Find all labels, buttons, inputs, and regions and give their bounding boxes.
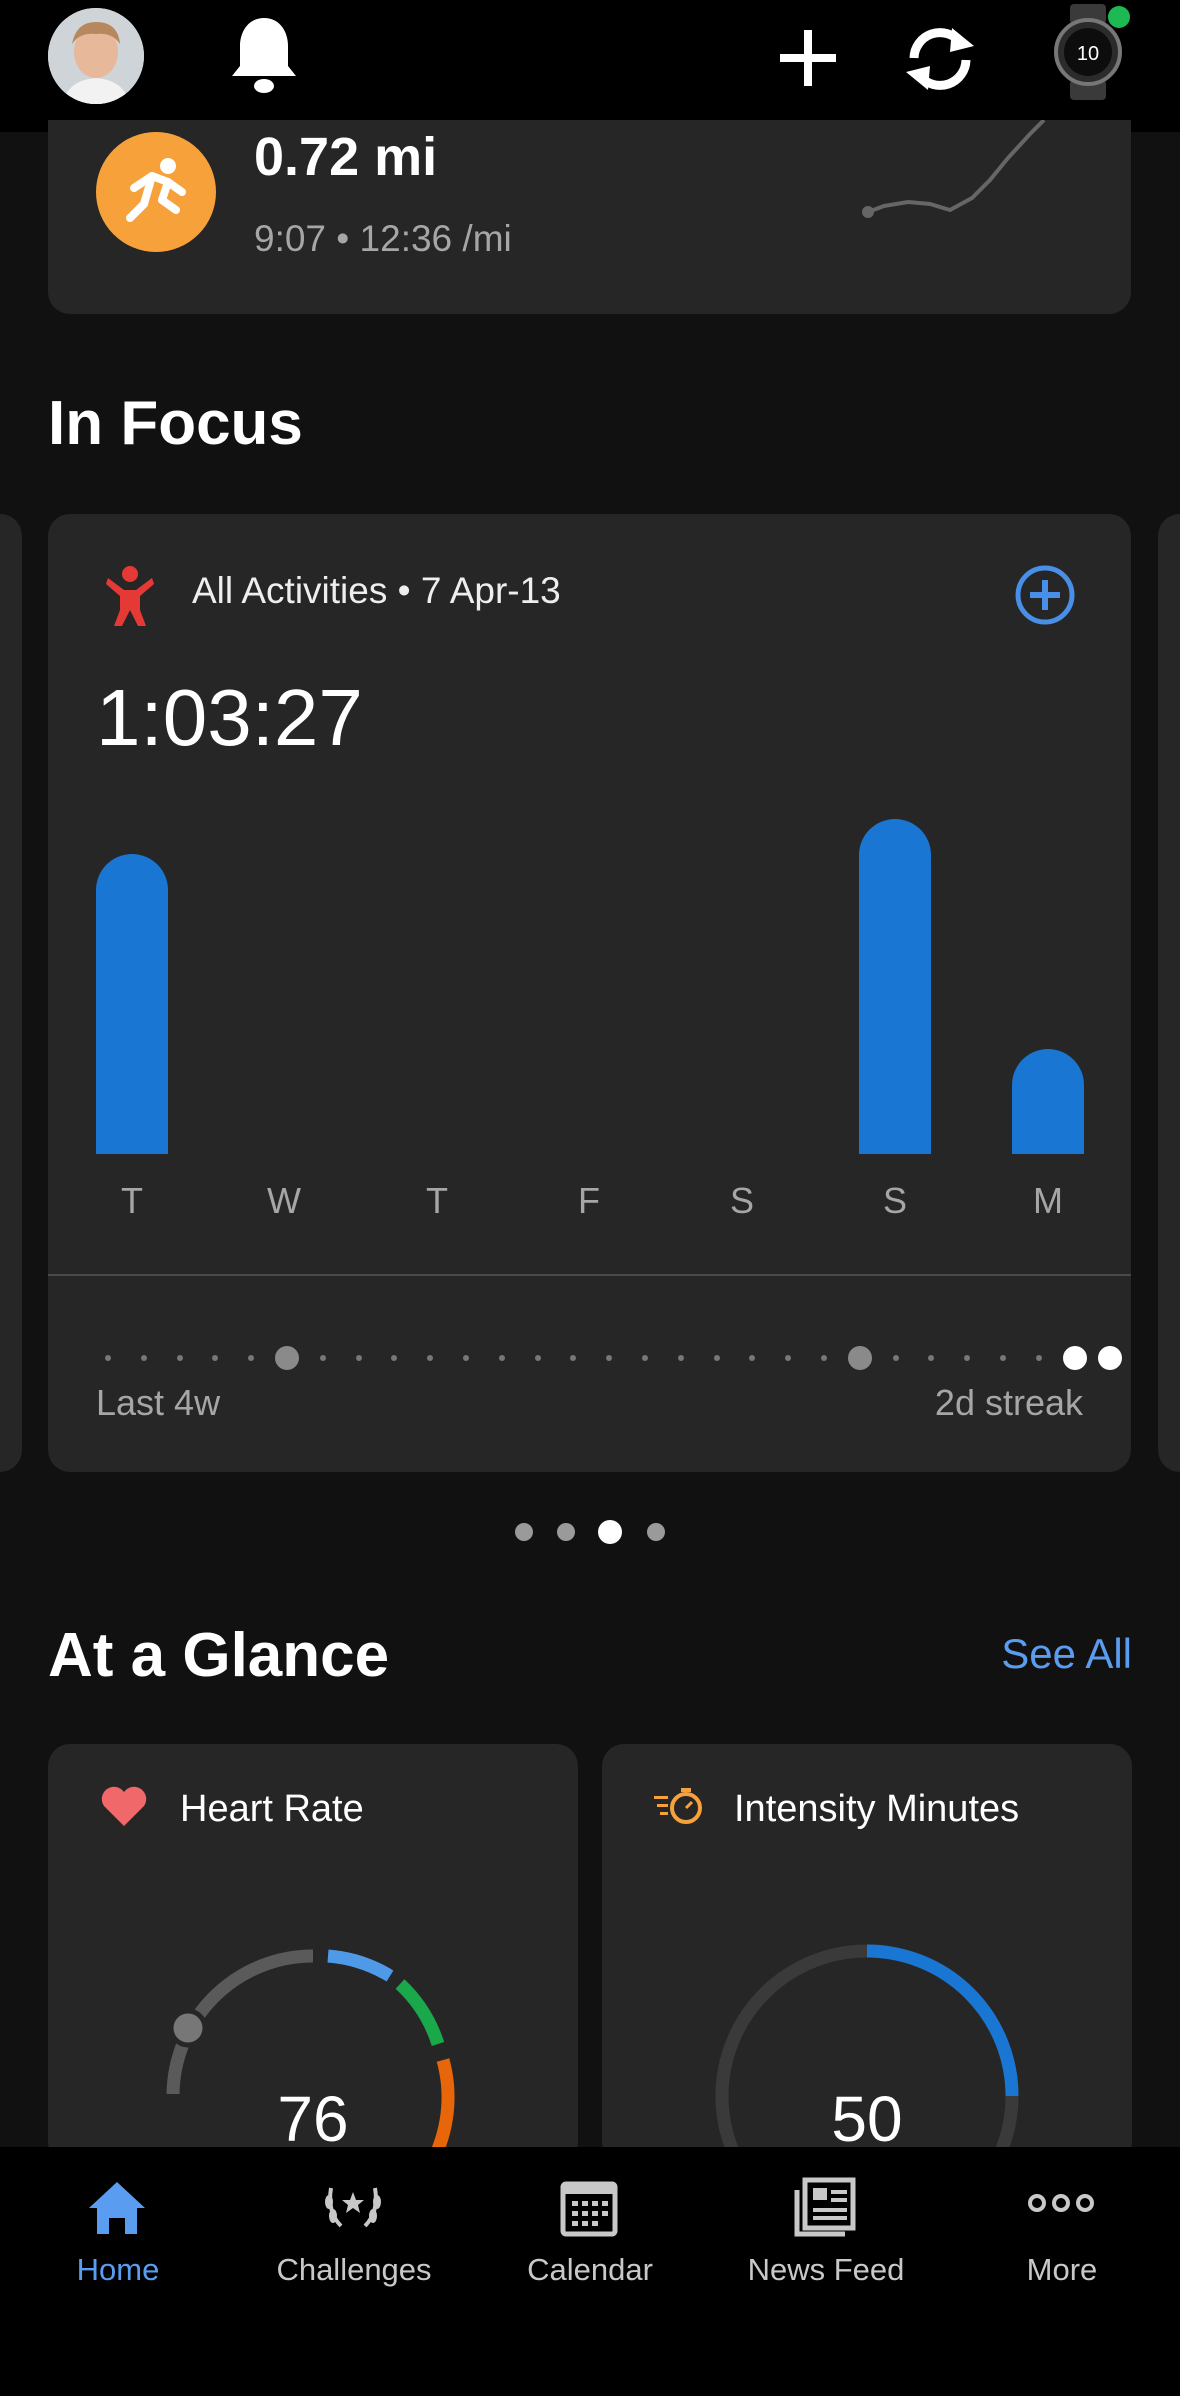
heart-rate-card[interactable]: Heart Rate 76: [48, 1744, 578, 2164]
streak-dot: [1000, 1355, 1006, 1361]
all-activities-label: All Activities: [192, 570, 388, 611]
intensity-minutes-value: 50: [831, 2083, 903, 2155]
see-all-link[interactable]: See All: [1001, 1630, 1132, 1678]
nav-item-news-feed[interactable]: News Feed: [708, 2252, 944, 2288]
nav-item-challenges[interactable]: Challenges: [236, 2252, 472, 2288]
day-label: T: [426, 1180, 448, 1221]
svg-text:10: 10: [1077, 43, 1099, 65]
day-label: M: [1033, 1180, 1063, 1221]
activity-bar: [96, 854, 168, 1154]
home-icon[interactable]: [17, 2160, 217, 2243]
calendar-icon[interactable]: [489, 2160, 689, 2243]
newspaper-icon[interactable]: [725, 2160, 925, 2243]
day-label: T: [121, 1180, 143, 1221]
streak-dot: [319, 1355, 326, 1361]
heart-icon: [100, 1784, 148, 1833]
heart-rate-label: Heart Rate: [180, 1788, 364, 1830]
heart-rate-value: 76: [277, 2083, 349, 2155]
summary-separator: •: [336, 218, 350, 259]
activity-pace: 12:36 /mi: [359, 218, 512, 259]
streak-dot: [1062, 1346, 1087, 1370]
date-range: 7 Apr-13: [420, 570, 561, 611]
person-icon: [102, 564, 158, 633]
nav-item-more[interactable]: More: [944, 2252, 1180, 2288]
streak-dot: [642, 1355, 648, 1361]
in-focus-card[interactable]: All Activities • 7 Apr-13 1:03:27 Last 4…: [48, 514, 1131, 1472]
streak-dot: [355, 1355, 362, 1361]
prev-card-edge[interactable]: [0, 514, 22, 1472]
add-circle-icon[interactable]: [1014, 564, 1076, 631]
plus-icon[interactable]: [778, 28, 838, 93]
streak-dot: [606, 1355, 613, 1361]
streak-dot: [928, 1355, 935, 1361]
day-label: W: [267, 1180, 301, 1221]
day-label: F: [578, 1180, 600, 1221]
streak-dot: [785, 1355, 792, 1361]
streak-left-label: Last 4w: [96, 1382, 221, 1423]
avatar[interactable]: [48, 8, 144, 104]
activity-bar: [1012, 1049, 1084, 1154]
streak-dot: [463, 1355, 469, 1361]
at-a-glance-title: At a Glance: [48, 1621, 390, 1690]
streak-dot: [964, 1355, 971, 1361]
day-label: S: [729, 1180, 754, 1221]
streak-dot: [498, 1355, 505, 1361]
streak-dot: [140, 1355, 147, 1361]
streak-dot: [427, 1355, 434, 1361]
running-icon: [96, 132, 216, 252]
intensity-minutes-card[interactable]: Intensity Minutes 50: [602, 1744, 1132, 2164]
more-icon[interactable]: [961, 2160, 1161, 2223]
recent-activity-card[interactable]: 0.72 mi 9:07 • 12:36 /mi: [48, 120, 1131, 314]
streak-dot: [1098, 1346, 1123, 1370]
nav-item-home[interactable]: Home: [0, 2252, 236, 2288]
activity-summary: 9:07 • 12:36 /mi: [254, 218, 512, 260]
route-map-thumbnail: [862, 120, 1046, 218]
total-time: 1:03:27: [96, 673, 363, 762]
streak-dot: [275, 1346, 299, 1370]
streak-dot: [677, 1355, 684, 1361]
sync-icon[interactable]: [900, 22, 980, 101]
page-dot[interactable]: [515, 1523, 533, 1541]
streak-right-label: 2d streak: [934, 1382, 1083, 1423]
streak-dot: [749, 1355, 756, 1361]
streak-dot: [391, 1355, 398, 1361]
streak-dot: [847, 1346, 872, 1370]
page-dot[interactable]: [647, 1523, 665, 1541]
divider: [48, 1274, 1131, 1276]
streak-dot: [105, 1355, 111, 1361]
day-label: S: [882, 1180, 907, 1221]
streak-dot: [212, 1355, 219, 1361]
activity-duration: 9:07: [254, 218, 327, 259]
activity-bar: [859, 819, 931, 1154]
activity-distance: 0.72 mi: [254, 127, 438, 187]
streak-dot: [248, 1355, 255, 1361]
intensity-minutes-label: Intensity Minutes: [734, 1788, 1020, 1830]
range-separator: •: [397, 570, 411, 611]
streak-dot: [892, 1355, 899, 1361]
streak-dot: [1035, 1355, 1042, 1361]
nav-item-calendar[interactable]: Calendar: [472, 2252, 708, 2288]
streak-dot: [534, 1355, 541, 1361]
in-focus-title: In Focus: [48, 389, 303, 458]
page-dot[interactable]: [557, 1523, 575, 1541]
activity-range-label: All Activities • 7 Apr-13: [192, 570, 561, 612]
streak-dot: [821, 1355, 827, 1361]
streak-dot: [570, 1355, 577, 1361]
page-dot[interactable]: [598, 1520, 622, 1544]
streak-dot: [713, 1355, 720, 1361]
top-bar: 10: [0, 0, 1180, 132]
streak-dot: [176, 1355, 183, 1361]
watch-status-dot: [1108, 6, 1130, 28]
next-card-edge[interactable]: [1158, 514, 1180, 1472]
laurel-icon[interactable]: [253, 2160, 453, 2241]
bell-icon[interactable]: [228, 14, 300, 101]
stopwatch-icon: [654, 1786, 706, 1831]
